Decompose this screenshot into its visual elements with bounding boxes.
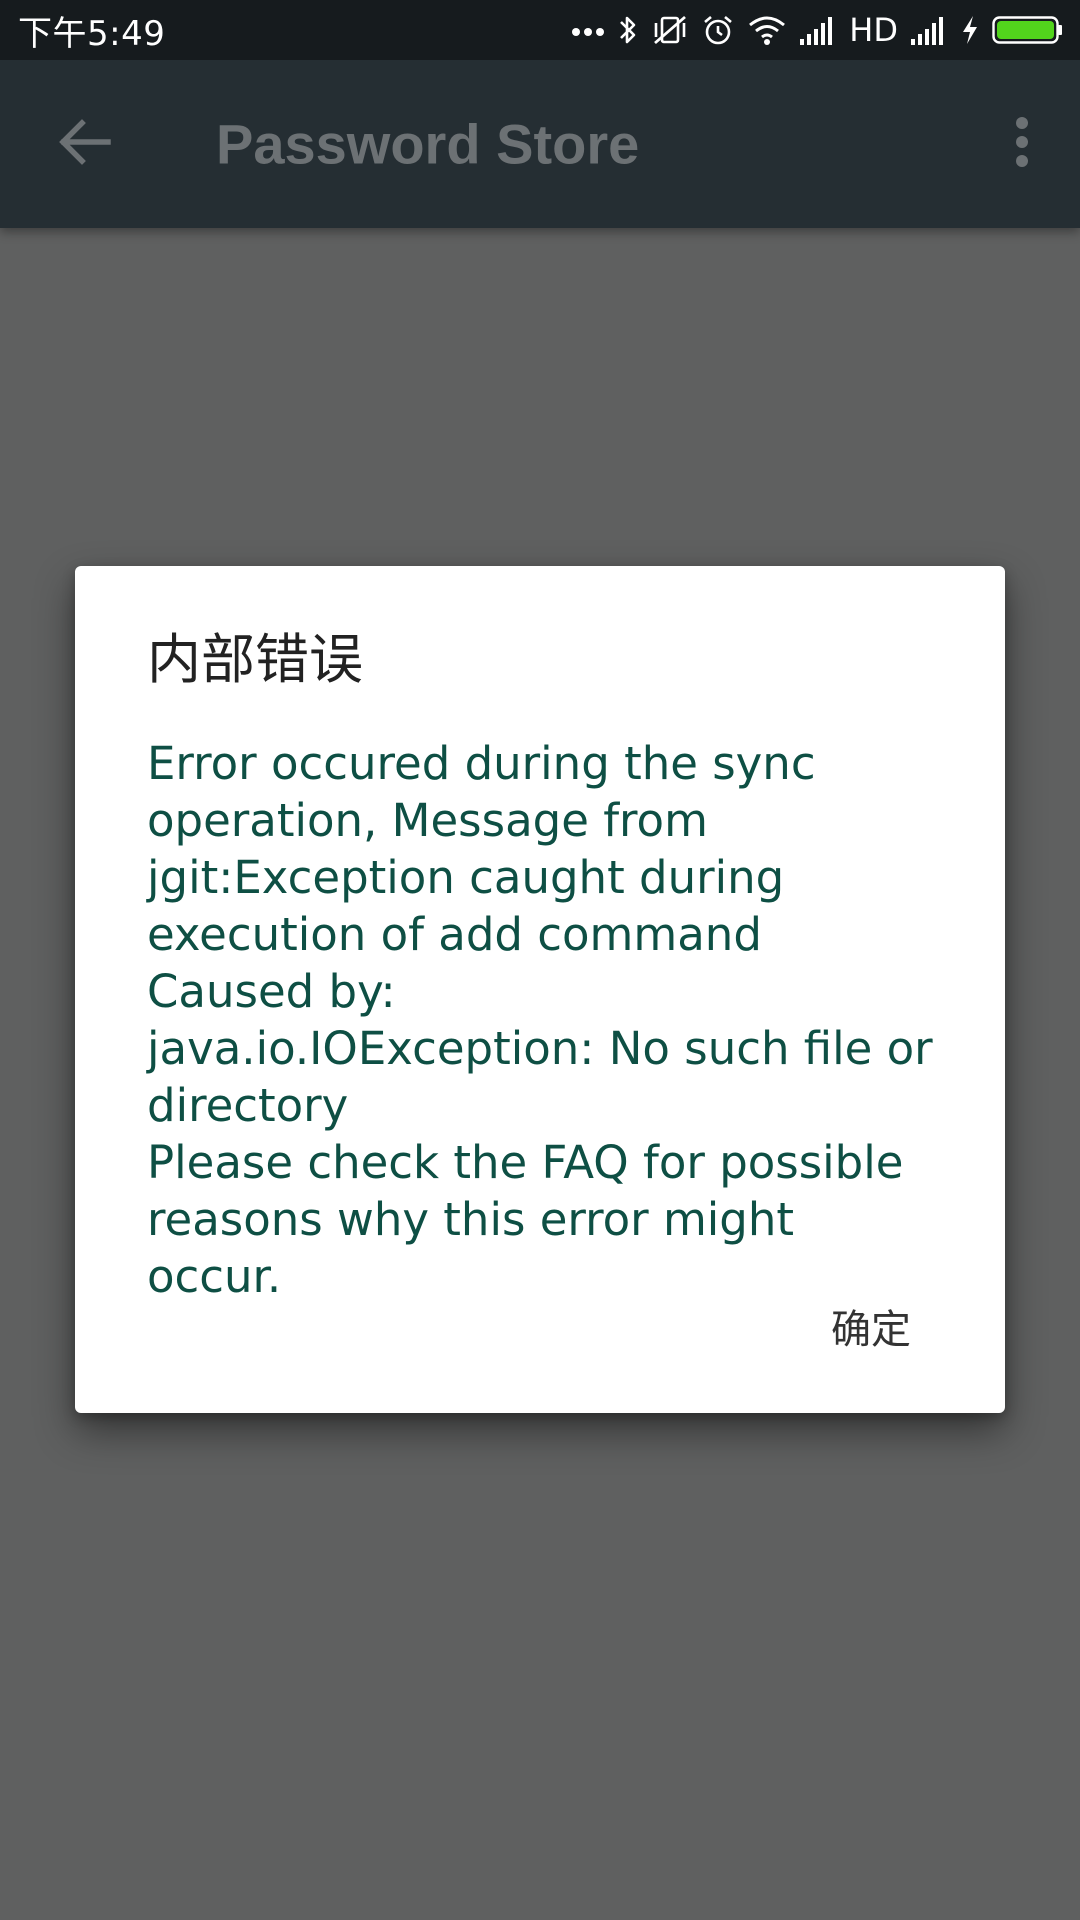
app-toolbar: Password Store: [0, 60, 1080, 228]
back-arrow-icon: [58, 117, 112, 172]
overflow-menu-icon: [1014, 116, 1030, 173]
overflow-menu-button[interactable]: [994, 109, 1050, 179]
status-bar: 下午5:49 HD: [0, 0, 1080, 60]
signal-icon-2: [910, 15, 948, 45]
vibrate-off-icon: [651, 13, 689, 47]
status-icons: HD: [571, 0, 1064, 60]
signal-icon: [799, 15, 837, 45]
dialog-title: 内部错误: [147, 628, 363, 691]
dialog-actions: 确定: [825, 1289, 917, 1363]
wifi-icon: [747, 14, 787, 46]
network-type-label: HD: [849, 11, 898, 49]
status-time: 下午5:49: [18, 13, 166, 54]
battery-icon: [992, 15, 1064, 45]
dialog-message: Error occured during the sync operation,…: [147, 736, 933, 1303]
error-dialog: 内部错误 Error occured during the sync opera…: [75, 566, 1005, 1413]
bluetooth-icon: [617, 13, 639, 47]
more-dots-icon: [571, 23, 605, 37]
alarm-icon: [701, 13, 735, 47]
page-title: Password Store: [216, 112, 640, 176]
back-button[interactable]: [50, 109, 120, 179]
charging-icon: [960, 14, 980, 46]
ok-button[interactable]: 确定: [825, 1289, 917, 1363]
